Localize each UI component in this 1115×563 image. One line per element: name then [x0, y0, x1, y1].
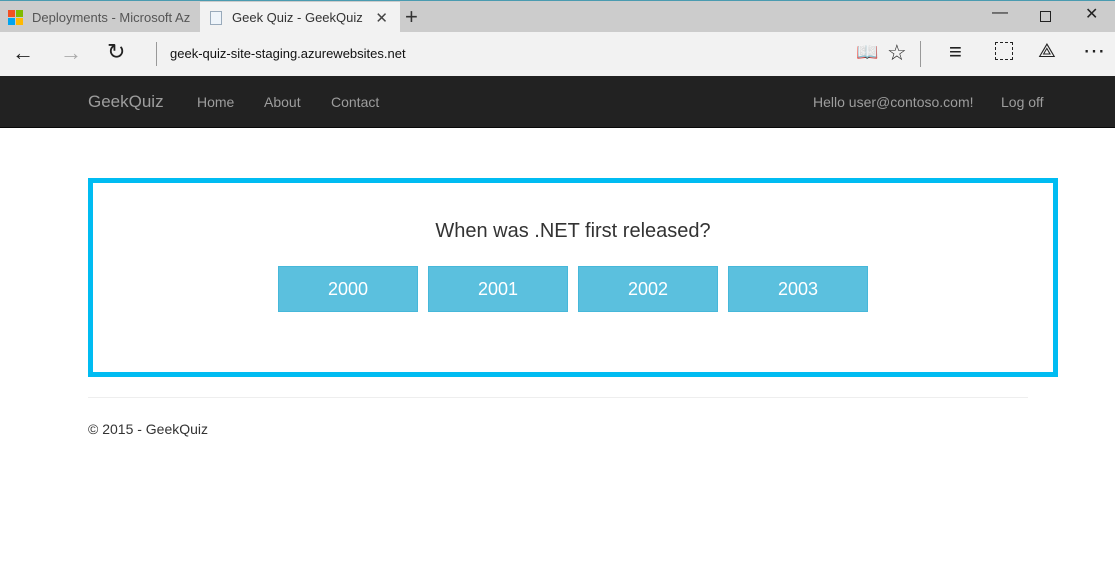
tab-geek-quiz[interactable]: Geek Quiz - GeekQuiz ✕: [200, 2, 400, 33]
option-button[interactable]: 2003: [728, 266, 868, 312]
footer-text: © 2015 - GeekQuiz: [88, 421, 209, 437]
user-greeting[interactable]: Hello user@contoso.com!: [813, 94, 974, 110]
page-icon: [210, 10, 222, 25]
maximize-icon[interactable]: [1040, 11, 1051, 22]
brand-link[interactable]: GeekQuiz: [88, 92, 164, 112]
new-tab-icon[interactable]: +: [405, 4, 418, 30]
tab-deployments[interactable]: Deployments - Microsoft Az: [0, 2, 200, 33]
divider: [920, 41, 921, 67]
reading-view-icon[interactable]: 📖: [856, 42, 878, 63]
question-text: When was .NET first released?: [435, 220, 711, 242]
tab-title: Geek Quiz - GeekQuiz: [232, 10, 363, 25]
quiz-panel: When was .NET first released? 2000 2001 …: [88, 178, 1058, 377]
divider: [156, 42, 157, 66]
close-tab-icon[interactable]: ✕: [375, 9, 388, 27]
more-icon[interactable]: ⋯: [1083, 38, 1105, 64]
option-button[interactable]: 2000: [278, 266, 418, 312]
refresh-icon[interactable]: ↻: [107, 39, 125, 65]
close-window-icon[interactable]: ✕: [1085, 4, 1098, 24]
site-navbar: GeekQuiz Home About Contact Hello user@c…: [0, 76, 1115, 128]
microsoft-logo-icon: [8, 10, 23, 25]
address-bar[interactable]: geek-quiz-site-staging.azurewebsites.net: [170, 46, 406, 61]
hub-icon[interactable]: ≡: [949, 39, 962, 65]
back-icon[interactable]: ←: [12, 40, 34, 66]
nav-contact[interactable]: Contact: [331, 94, 379, 110]
option-button[interactable]: 2002: [578, 266, 718, 312]
nav-home[interactable]: Home: [197, 94, 234, 110]
tab-bar: Deployments - Microsoft Az Geek Quiz - G…: [0, 0, 1115, 33]
browser-toolbar: ← → ↻ geek-quiz-site-staging.azurewebsit…: [0, 32, 1115, 76]
log-off-link[interactable]: Log off: [1001, 94, 1044, 110]
footer-divider: [88, 397, 1028, 398]
share-icon[interactable]: ⟁: [1038, 40, 1056, 63]
forward-icon[interactable]: →: [60, 40, 82, 66]
tab-title: Deployments - Microsoft Az: [32, 10, 191, 25]
nav-about[interactable]: About: [264, 94, 301, 110]
favorite-star-icon[interactable]: ☆: [887, 40, 907, 66]
web-note-icon[interactable]: [995, 42, 1013, 60]
minimize-icon[interactable]: —: [992, 4, 1008, 22]
option-button[interactable]: 2001: [428, 266, 568, 312]
